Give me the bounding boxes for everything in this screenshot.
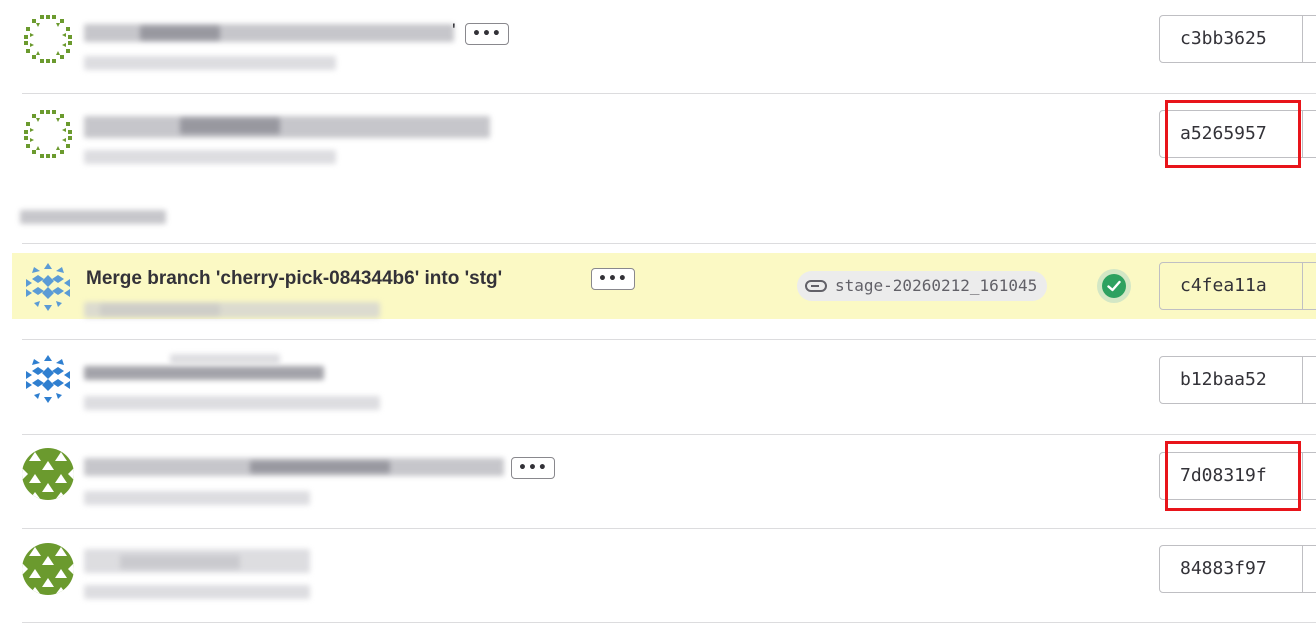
commit-row: ••• 7d08319f [0, 435, 1316, 529]
commit-row: a5265957 [0, 94, 1316, 190]
commit-sha: a5265957 [1180, 123, 1267, 144]
tag-icon [805, 280, 827, 292]
identicon-blue-lattice [26, 263, 70, 311]
redacted-fragment [140, 26, 220, 40]
commit-sha-button[interactable]: c3bb3625 [1159, 15, 1316, 63]
button-separator [1302, 111, 1303, 157]
commit-meta-redacted [84, 491, 310, 505]
commit-meta-redacted [84, 150, 336, 164]
ellipsis-icon[interactable]: ••• [591, 268, 635, 290]
redacted-fragment [120, 555, 240, 569]
commit-meta-redacted [84, 585, 310, 599]
commit-meta-redacted [84, 56, 336, 70]
author-avatar[interactable] [22, 353, 74, 405]
date-group-header [20, 206, 168, 232]
author-avatar[interactable] [22, 261, 74, 313]
redacted-fragment [250, 461, 390, 473]
author-avatar[interactable] [22, 543, 74, 595]
button-separator [1302, 16, 1303, 62]
commit-sha-button[interactable]: 84883f97 [1159, 545, 1316, 593]
commit-meta-redacted [84, 396, 380, 410]
redacted-fragment [100, 304, 220, 316]
identicon-blue-lattice [26, 355, 70, 403]
button-separator [1302, 546, 1303, 592]
button-separator [1302, 357, 1303, 403]
check-circle-icon [1102, 274, 1126, 298]
commit-title-redacted[interactable] [84, 366, 324, 380]
tag-name: stage-20260212_161045 [835, 276, 1038, 295]
author-avatar[interactable] [22, 448, 74, 500]
identicon-green-triangles [22, 543, 74, 595]
commit-row: 84883f97 [0, 529, 1316, 623]
author-avatar[interactable] [22, 108, 74, 160]
author-avatar[interactable] [22, 13, 74, 65]
commit-sha-button[interactable]: a5265957 [1159, 110, 1316, 158]
commit-sha: c3bb3625 [1180, 28, 1267, 49]
commit-sha-button[interactable]: 7d08319f [1159, 452, 1316, 500]
commit-sha-button[interactable]: b12baa52 [1159, 356, 1316, 404]
identicon-green-ring [24, 110, 72, 158]
commit-title[interactable]: Merge branch 'cherry-pick-084344b6' into… [86, 267, 502, 291]
commit-list: ' ••• c3bb3625 a5265957 Merge branch 'ch… [0, 0, 1316, 627]
tag-pill[interactable]: stage-20260212_161045 [797, 271, 1048, 301]
button-separator [1302, 263, 1303, 309]
redacted-fragment [180, 118, 280, 134]
commit-sha-button[interactable]: c4fea11a [1159, 262, 1316, 310]
ellipsis-icon[interactable]: ••• [465, 23, 509, 45]
commit-sha: c4fea11a [1180, 275, 1267, 296]
title-trailing-quote: ' [452, 21, 456, 42]
commit-row: b12baa52 [0, 340, 1316, 435]
commit-sha: b12baa52 [1180, 369, 1267, 390]
commit-row: Merge branch 'cherry-pick-084344b6' into… [0, 244, 1316, 340]
ellipsis-icon[interactable]: ••• [511, 457, 555, 479]
commit-sha: 7d08319f [1180, 465, 1267, 486]
commit-title-redacted[interactable] [84, 116, 490, 138]
identicon-green-ring [24, 15, 72, 63]
date-header-redacted [20, 210, 166, 224]
commit-sha: 84883f97 [1180, 558, 1267, 579]
check-icon [1107, 280, 1121, 292]
commit-row: ' ••• c3bb3625 [0, 0, 1316, 94]
row-divider [22, 622, 1316, 623]
redacted-fragment [170, 354, 280, 364]
pipeline-status[interactable] [1097, 269, 1131, 303]
button-separator [1302, 453, 1303, 499]
identicon-green-triangles [22, 448, 74, 500]
